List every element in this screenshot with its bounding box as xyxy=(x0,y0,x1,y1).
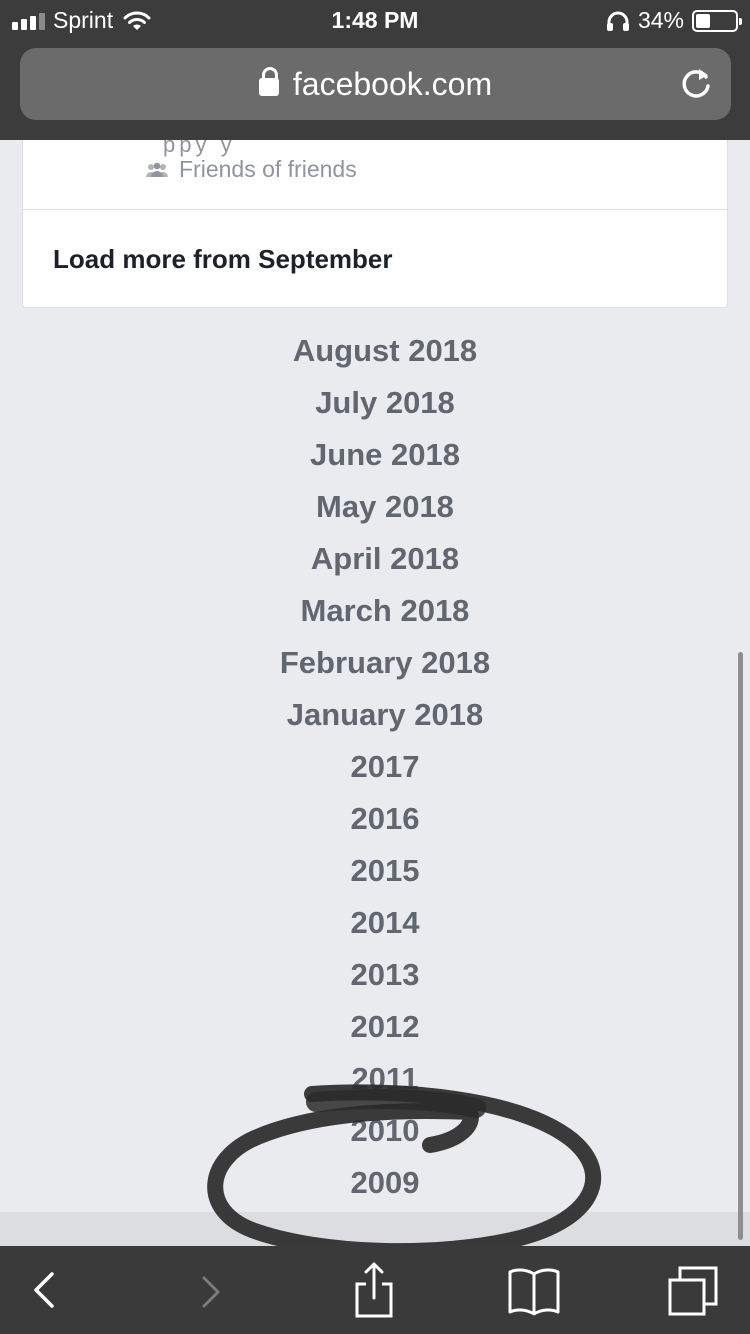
archive-link[interactable]: 2010 xyxy=(0,1107,750,1159)
url-label: facebook.com xyxy=(292,66,493,102)
archive-link[interactable]: January 2018 xyxy=(0,691,750,743)
forward-icon xyxy=(202,1276,220,1308)
archive-link[interactable]: 2016 xyxy=(0,795,750,847)
address-bar[interactable]: facebook.com xyxy=(20,48,731,120)
share-icon xyxy=(355,1262,393,1318)
archive-link[interactable]: 2011 xyxy=(0,1055,750,1107)
archive-link[interactable]: 2014 xyxy=(0,899,750,951)
browser-top-chrome: Sprint 1:48 PM 34% facebook.com xyxy=(0,0,750,140)
share-button[interactable] xyxy=(344,1260,404,1320)
privacy-label: Friends of friends xyxy=(179,156,357,182)
address-text: facebook.com xyxy=(20,66,731,103)
archive-link[interactable]: April 2018 xyxy=(0,535,750,587)
archive-link[interactable]: February 2018 xyxy=(0,639,750,691)
archive-list: August 2018 July 2018 June 2018 May 2018 Apr… xyxy=(0,327,750,1211)
post-clipped-text: ppy y xyxy=(163,132,236,157)
back-button[interactable] xyxy=(14,1260,74,1320)
back-icon xyxy=(34,1272,54,1308)
headphones-icon xyxy=(606,11,629,31)
archive-link[interactable]: 2012 xyxy=(0,1003,750,1055)
archive-link[interactable]: June 2018 xyxy=(0,431,750,483)
bookmarks-icon xyxy=(508,1268,560,1316)
archive-link[interactable]: 2017 xyxy=(0,743,750,795)
browser-toolbar xyxy=(0,1246,750,1334)
battery-percent: 34% xyxy=(637,7,684,33)
battery-icon xyxy=(692,9,742,32)
status-bar: Sprint 1:48 PM 34% xyxy=(0,0,750,40)
archive-link[interactable]: 2015 xyxy=(0,847,750,899)
page-bottom-strip xyxy=(0,1212,750,1246)
archive-link[interactable]: March 2018 xyxy=(0,587,750,639)
archive-link[interactable]: August 2018 xyxy=(0,327,750,379)
archive-link[interactable]: July 2018 xyxy=(0,379,750,431)
archive-link[interactable]: May 2018 xyxy=(0,483,750,535)
archive-link[interactable]: 2013 xyxy=(0,951,750,1003)
bookmarks-button[interactable] xyxy=(504,1260,564,1320)
lock-icon xyxy=(258,67,279,96)
load-more-button[interactable]: Load more from September xyxy=(53,244,393,275)
post-card: ppy y Friends of friends Load more from … xyxy=(22,132,728,308)
scrollbar[interactable] xyxy=(738,652,743,1240)
reload-icon[interactable] xyxy=(679,66,713,100)
friends-icon xyxy=(146,162,168,177)
status-right: 34% xyxy=(606,7,742,34)
tabs-button[interactable] xyxy=(664,1260,724,1320)
tabs-icon xyxy=(668,1266,718,1316)
card-divider xyxy=(23,209,727,210)
privacy-indicator: Friends of friends xyxy=(145,156,357,183)
forward-button[interactable] xyxy=(180,1260,240,1320)
archive-link[interactable]: 2009 xyxy=(0,1159,750,1211)
